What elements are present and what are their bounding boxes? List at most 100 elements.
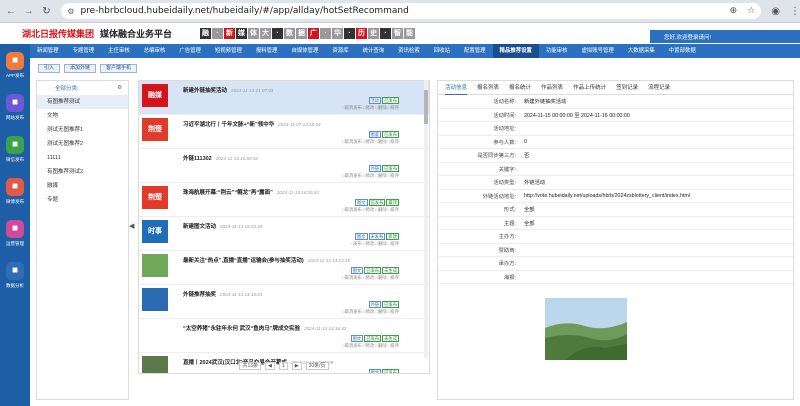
- item-actions[interactable]: □发布 □修改 □删除 □排序: [351, 241, 399, 247]
- site-info-icon[interactable]: ⚙: [67, 7, 74, 16]
- star-icon[interactable]: ☆: [747, 6, 755, 16]
- menu-item[interactable]: 总编审核: [137, 44, 173, 58]
- field-row: 承办方:: [438, 257, 793, 271]
- status-badge: 已发布: [364, 267, 382, 274]
- thumbnail: [142, 152, 168, 175]
- category-item[interactable]: 测试无图推荐2: [37, 137, 128, 151]
- status-badge: 活动: [368, 97, 382, 104]
- status-badge: 外链: [368, 165, 382, 172]
- menu-item[interactable]: 主任审核: [101, 44, 137, 58]
- profile-icon[interactable]: ◉: [771, 6, 780, 17]
- detail-tab[interactable]: 报名统计: [509, 81, 531, 95]
- menu-item[interactable]: 中置部数据: [662, 44, 703, 58]
- client-preview-button[interactable]: 客户端手机: [100, 63, 138, 73]
- list-item[interactable]: 荆楚 珠海航展开幕:“荆云”“鲲龙”再“露面” 2024-11-13 16:36:4…: [139, 183, 429, 217]
- list-item[interactable]: 外链推荐抽奖 2024-11-13 14:16:24 外链 已发布 □取消发布 □修改 …: [139, 285, 429, 319]
- menu-item[interactable]: 大数据采集: [621, 44, 662, 58]
- prev-page-button[interactable]: ◀: [265, 361, 275, 370]
- collapse-arrow-icon[interactable]: ◀: [129, 222, 136, 231]
- weibo-icon: ■: [6, 177, 24, 196]
- item-date: 2024-11-13 14:16:42: [304, 326, 347, 331]
- menu-item[interactable]: 自媒体管理: [284, 44, 325, 58]
- menu-item[interactable]: 配置管理: [457, 44, 493, 58]
- banner-char: 历: [356, 28, 368, 39]
- menu-item[interactable]: 新闻管理: [30, 44, 66, 58]
- status-badge: 置顶: [386, 199, 399, 206]
- item-actions[interactable]: □取消发布 □修改 □删除 □排序: [342, 309, 399, 315]
- app-icon: ■: [6, 51, 24, 70]
- field-row: 海报:: [438, 271, 793, 284]
- category-item[interactable]: 融媒: [37, 179, 128, 193]
- page-number[interactable]: 1: [278, 361, 288, 370]
- category-item[interactable]: 有图推荐测试2: [37, 165, 128, 179]
- field-row: 赞助商:: [438, 244, 793, 257]
- detail-tab[interactable]: 作品列表: [541, 81, 563, 95]
- banner-slogan: 融 · 新媒体大 · 数据广 · 华 · 历史 · 智能: [200, 28, 416, 39]
- field-value: 新建外链抽奖活动: [524, 99, 567, 106]
- menu-item[interactable]: 广告管理: [172, 44, 208, 58]
- sidebar-item[interactable]: ■ 微信发布: [0, 128, 30, 170]
- list-item[interactable]: 时事 新建图文活动 2024-11-13 15:33:44 图文 未发布 新建 □发布 □修…: [139, 217, 429, 251]
- menu-item[interactable]: 短视频管理: [208, 44, 249, 58]
- item-actions[interactable]: □取消发布 □修改 □删除 □排序: [342, 207, 399, 213]
- field-label: 参与人数:: [493, 139, 516, 146]
- url-bar[interactable]: ⚙ pre-hbrbcloud.hubeidaily.net/hubeidail…: [61, 3, 762, 19]
- category-item[interactable]: 文物: [37, 109, 128, 123]
- menu-item[interactable]: 统计查询: [356, 44, 392, 58]
- sidebar-item[interactable]: ■ 微博发布: [0, 170, 30, 212]
- data-icon: ■: [6, 261, 24, 280]
- forward-icon[interactable]: →: [22, 4, 36, 18]
- menu-item[interactable]: 专题管理: [66, 44, 102, 58]
- list-item[interactable]: 最新关注“热点”,直播“直播”运输会(参与抽奖活动) 2024-11-13 14:…: [139, 251, 429, 285]
- item-actions[interactable]: □取消发布 □修改 □删除 □排序: [342, 173, 399, 179]
- item-title: 最新关注“热点”,直播“直播”运输会(参与抽奖活动) 2024-11-13 14:…: [183, 258, 351, 264]
- total-count: 共13条: [239, 361, 262, 370]
- menu-item[interactable]: 虚拟账号管理: [574, 44, 620, 58]
- sidebar-item[interactable]: ■ APP发布: [0, 44, 30, 86]
- list-item[interactable]: “太空养猪”永驻年永何 武汉“鱼肉马”牌成交实验 2024-11-13 14:16…: [139, 319, 429, 353]
- detail-tab[interactable]: 签到记录: [616, 81, 638, 95]
- menu-item[interactable]: 报料管理: [249, 44, 285, 58]
- detail-tab[interactable]: 作品上传统计: [573, 81, 606, 95]
- field-row: 关键字:: [438, 163, 793, 176]
- import-button[interactable]: 引入: [38, 63, 61, 73]
- menu-item[interactable]: 资源库: [325, 44, 355, 58]
- sidebar-item[interactable]: ■ 网站发布: [0, 86, 30, 128]
- detail-tab[interactable]: 活动信息: [445, 81, 468, 95]
- menu-item[interactable]: 资讯检索: [391, 44, 427, 58]
- menu-item[interactable]: 回收站: [427, 44, 457, 58]
- list-scrollbar[interactable]: [424, 80, 428, 358]
- category-item[interactable]: 有图推荐测试: [37, 95, 128, 109]
- sidebar-item[interactable]: ■ 数据分析: [0, 254, 30, 296]
- field-row: 活动地址:: [438, 122, 793, 136]
- item-actions[interactable]: □取消发布 □修改 □删除 □排序: [342, 139, 399, 145]
- category-item[interactable]: 11111: [37, 151, 128, 165]
- banner-char: ·: [212, 28, 224, 39]
- banner-char: 媒: [236, 28, 248, 39]
- reload-icon[interactable]: ↻: [40, 4, 54, 18]
- detail-tab[interactable]: 报名列表: [477, 81, 499, 95]
- add-link-button[interactable]: 添加外链: [64, 63, 97, 73]
- list-item[interactable]: 外链111302 2024-11-13 16:59:52 外链 已发布 □取消发布 □修…: [139, 149, 429, 183]
- page-size-select[interactable]: 30条/页: [305, 361, 329, 370]
- category-item[interactable]: 专题: [37, 193, 128, 207]
- zoom-icon[interactable]: ⊕: [730, 6, 738, 16]
- menu-item[interactable]: 功能审核: [539, 44, 575, 58]
- detail-tab[interactable]: 流程记录: [648, 81, 670, 95]
- list-item[interactable]: 荆楚 习近平湖北行丨千年文脉+“新”领中华 2024-11-07 13:18:54 图…: [139, 115, 429, 149]
- category-item[interactable]: 测试无图推荐1: [37, 123, 128, 137]
- field-value: http://vote.hubeidaily.net/uploads/hbrb/…: [524, 192, 690, 199]
- item-actions[interactable]: □取消发布 □修改 □删除 □排序: [342, 343, 399, 349]
- item-date: 2024-11-13 16:59:52: [215, 156, 259, 161]
- settings-icon[interactable]: ⚙: [117, 85, 122, 91]
- menu-icon[interactable]: ⋮: [790, 6, 800, 17]
- list-item[interactable]: 融媒 新建外链抽奖活动 2024-11-13 21:07:03 活动 已发布 □取消发布 …: [139, 81, 429, 115]
- item-actions[interactable]: □取消发布 □修改 □删除 □排序: [342, 275, 399, 281]
- item-actions[interactable]: □取消发布 □修改 □删除 □排序: [342, 105, 399, 111]
- menu-item[interactable]: 精品推荐设置: [492, 44, 539, 58]
- next-page-button[interactable]: ▶: [291, 361, 302, 370]
- sidebar-item[interactable]: ■ 运营管理: [0, 212, 30, 254]
- banner-char: 智: [392, 28, 404, 39]
- item-title: 新建外链抽奖活动 2024-11-13 21:07:03: [183, 88, 274, 94]
- back-icon[interactable]: ←: [4, 4, 18, 18]
